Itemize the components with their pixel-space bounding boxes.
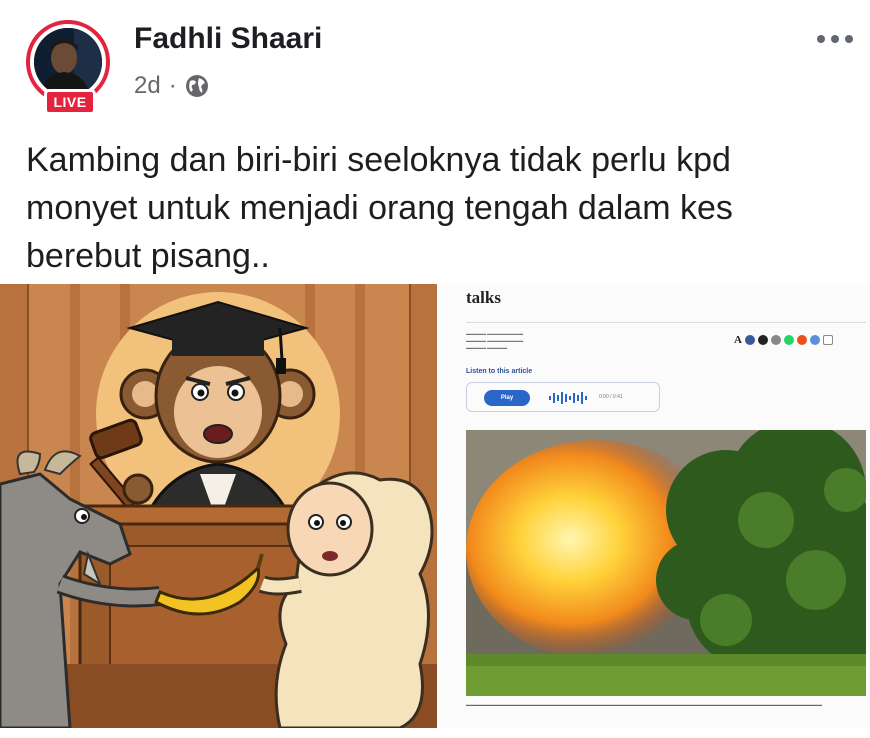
fire-photo[interactable]	[466, 430, 866, 696]
meta-line: ▬▬▬▬▬ ▬▬▬▬▬▬▬▬▬	[466, 331, 524, 336]
cartoon-image[interactable]	[0, 284, 437, 728]
share-row: A	[734, 334, 833, 346]
post-time[interactable]: 2d	[134, 72, 161, 100]
audio-player: Play 0:00 / 0:41	[466, 382, 660, 412]
whatsapp-icon[interactable]	[783, 335, 794, 345]
meta-separator: ·	[168, 72, 177, 99]
globe-icon[interactable]	[185, 74, 209, 98]
photo-caption: ▬▬▬▬▬▬▬▬▬▬▬▬▬▬▬▬▬▬▬▬▬▬▬▬▬▬▬▬▬▬▬▬▬▬▬▬▬▬▬▬…	[466, 702, 866, 708]
post-meta: 2d ·	[134, 72, 209, 100]
comment-icon[interactable]	[822, 335, 833, 345]
more-dot	[831, 35, 839, 43]
text-size-icon[interactable]: A	[734, 334, 742, 346]
share-icon[interactable]	[770, 335, 781, 345]
post-text: Kambing dan biri-biri seeloknya tidak pe…	[26, 141, 733, 275]
more-dot	[845, 35, 853, 43]
caption-line: ▬▬▬▬▬▬▬▬▬▬▬▬▬▬▬▬▬▬▬▬▬▬▬▬▬▬▬▬▬▬▬▬▬▬▬▬▬▬▬▬…	[466, 702, 822, 707]
play-button[interactable]: Play	[484, 390, 530, 406]
live-badge: LIVE	[44, 89, 96, 115]
link-icon[interactable]	[809, 335, 820, 345]
more-options-button[interactable]	[810, 22, 860, 56]
facebook-icon[interactable]	[744, 335, 755, 345]
x-icon[interactable]	[757, 335, 768, 345]
meta-line: ▬▬▬▬▬ ▬▬▬▬▬	[466, 345, 508, 350]
reddit-icon[interactable]	[796, 335, 807, 345]
waveform-icon	[549, 392, 587, 404]
divider	[466, 322, 866, 323]
article-meta: ▬▬▬▬▬ ▬▬▬▬▬▬▬▬▬ ▬▬▬▬▬ ▬▬▬▬▬▬▬▬▬ ▬▬▬▬▬ ▬▬…	[466, 330, 523, 351]
author-name[interactable]: Fadhli Shaari	[134, 22, 322, 56]
profile-avatar[interactable]: LIVE	[26, 20, 110, 116]
listen-label: Listen to this article	[466, 368, 533, 375]
news-screenshot[interactable]: talks ▬▬▬▬▬ ▬▬▬▬▬▬▬▬▬ ▬▬▬▬▬ ▬▬▬▬▬▬▬▬▬ ▬▬…	[440, 284, 870, 728]
avatar[interactable]	[34, 28, 102, 96]
meta-line: ▬▬▬▬▬ ▬▬▬▬▬▬▬▬▬	[466, 338, 524, 343]
article-title: talks	[466, 288, 501, 307]
facebook-post: LIVE Fadhli Shaari 2d · Kambing dan biri…	[0, 0, 870, 738]
more-horizontal-icon	[817, 35, 825, 43]
player-time: 0:00 / 0:41	[599, 394, 623, 400]
